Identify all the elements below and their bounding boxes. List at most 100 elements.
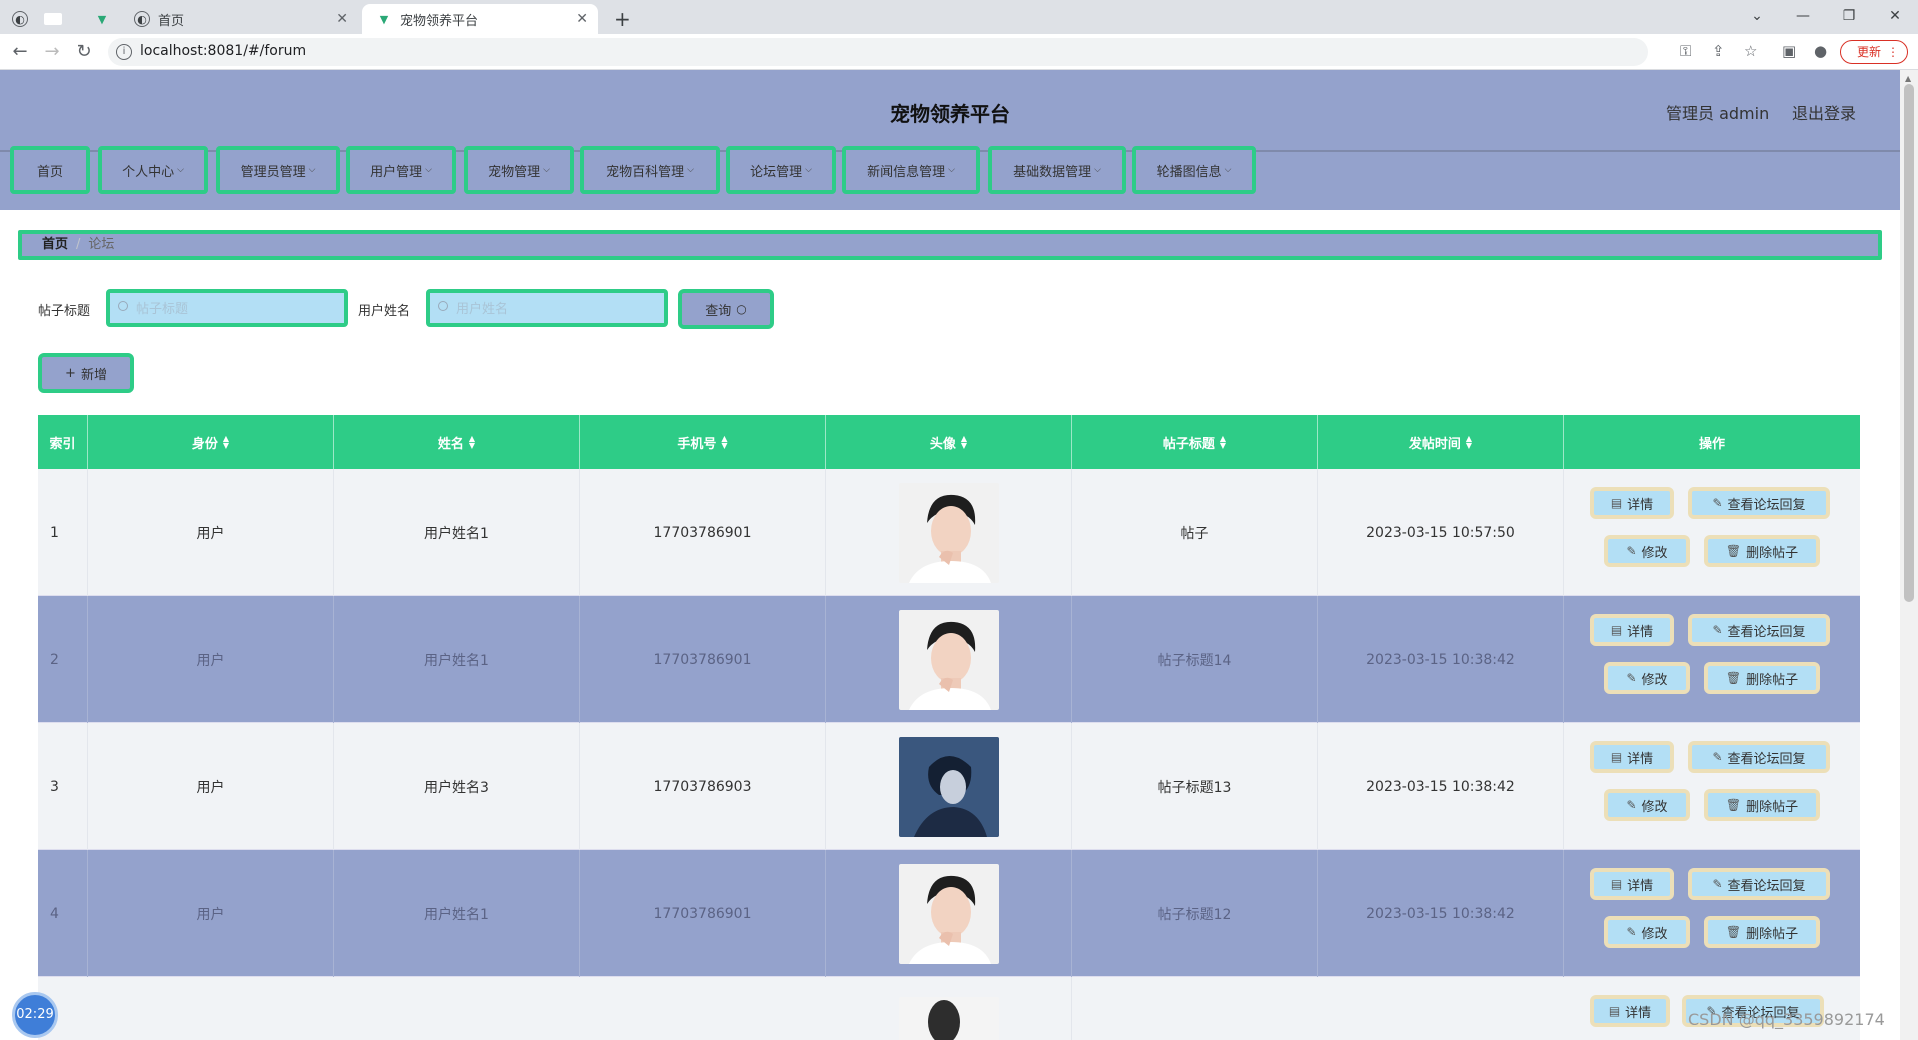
replies-label: 查看论坛回复 [1727,751,1806,767]
detail-button[interactable]: ▤ 详情 [1590,741,1674,773]
search-icon: ○ [736,302,747,316]
edit-button[interactable]: ✎ 修改 [1604,662,1690,694]
title-cell: 帖子标题12 [1072,850,1318,977]
delete-button[interactable]: 🗑 删除帖子 [1704,535,1820,567]
close-icon[interactable]: ✕ [336,11,348,27]
col-label: 身份 [191,436,218,452]
tab-home[interactable]: ◐ 首页 ✕ [134,4,358,34]
detail-button[interactable]: ▤ 详情 [1590,487,1674,519]
menu-label: 管理员管理 [240,164,306,180]
add-button[interactable]: + 新增 [38,353,134,393]
sort-icon[interactable]: ▲ ▼ [223,435,229,450]
col-name[interactable]: 姓名 ▲ ▼ [334,415,580,469]
detail-button[interactable]: ▤ 详情 [1590,868,1674,900]
profile-icon[interactable]: ● [1814,42,1827,60]
menu-label: 宠物管理 [488,164,541,180]
site-title: 宠物领养平台 [890,102,1010,126]
minimize-icon[interactable]: — [1780,4,1826,28]
tab-active[interactable]: ▼ 宠物领养平台 ✕ [362,4,598,34]
document-icon: ▤ [1610,623,1623,637]
url-field[interactable]: i localhost:8081/#/forum [108,38,1648,66]
edit-button[interactable]: ✎ 修改 [1604,916,1690,948]
update-button[interactable]: 更新 ⋮ [1840,40,1908,64]
edit-button[interactable]: ✎ 修改 [1604,535,1690,567]
menu-item-pets[interactable]: 宠物管理 ⌵ [464,146,574,194]
role-cell: 用户 [88,469,334,596]
app-header: 宠物领养平台 管理员 admin 退出登录 [0,70,1900,150]
pinned-tab-1[interactable]: ◐ [12,4,36,34]
share-icon[interactable]: ⇪ [1712,42,1725,60]
detail-button[interactable]: ▤ 详情 [1590,614,1674,646]
back-icon[interactable]: ← [8,40,32,64]
sort-icon[interactable]: ▲ ▼ [961,435,967,450]
detail-label: 详情 [1627,878,1654,894]
menu-item-news[interactable]: 新闻信息管理 ⌵ [842,146,980,194]
col-phone[interactable]: 手机号 ▲ ▼ [580,415,826,469]
delete-button[interactable]: 🗑 删除帖子 [1704,916,1820,948]
replies-label: 查看论坛回复 [1727,497,1806,513]
sidebar-icon[interactable]: ▣ [1782,42,1796,60]
menu-item-carousel[interactable]: 轮播图信息 ⌵ [1132,146,1256,194]
col-label: 操作 [1698,436,1725,452]
menu-label: 首页 [36,164,63,180]
scroll-thumb[interactable] [1904,84,1914,602]
edit-button[interactable]: ✎ 修改 [1604,789,1690,821]
title-cell: 帖子标题14 [1072,596,1318,723]
replies-label: 查看论坛回复 [1727,624,1806,640]
col-time[interactable]: 发帖时间 ▲ ▼ [1318,415,1564,469]
phone-cell: 17703786901 [580,596,826,723]
menu-item-personal[interactable]: 个人中心 ⌵ [98,146,208,194]
query-button[interactable]: 查询 ○ [678,289,774,329]
sort-icon[interactable]: ▲ ▼ [1466,435,1472,450]
reload-icon[interactable]: ↻ [72,40,96,64]
info-icon[interactable]: i [116,44,132,60]
detail-button[interactable]: ▤ 详情 [1590,995,1670,1027]
name-cell: 用户姓名1 [334,596,580,723]
key-icon[interactable]: ⚿ [1680,42,1691,60]
breadcrumb-home[interactable]: 首页 [42,237,68,252]
sort-icon[interactable]: ▲ ▼ [1220,435,1226,450]
view-replies-button[interactable]: ✎ 查看论坛回复 [1688,741,1830,773]
view-replies-button[interactable]: ✎ 查看论坛回复 [1688,487,1830,519]
star-icon[interactable]: ☆ [1744,42,1757,60]
query-label: 查询 [705,303,732,319]
logout-link[interactable]: 退出登录 [1792,100,1856,124]
delete-label: 删除帖子 [1746,545,1799,561]
menu-item-users[interactable]: 用户管理 ⌵ [346,146,456,194]
col-role[interactable]: 身份 ▲ ▼ [88,415,334,469]
name-cell: 用户姓名1 [334,469,580,596]
new-tab-button[interactable]: + [614,4,631,34]
menu-item-base-data[interactable]: 基础数据管理 ⌵ [988,146,1126,194]
trash-icon: 🗑 [1725,544,1742,558]
col-label: 姓名 [437,436,464,452]
phone-cell: 17703786901 [580,850,826,977]
delete-button[interactable]: 🗑 删除帖子 [1704,789,1820,821]
page-scrollbar[interactable]: ▲ [1900,70,1918,1040]
view-replies-button[interactable]: ✎ 查看论坛回复 [1688,614,1830,646]
col-title[interactable]: 帖子标题 ▲ ▼ [1072,415,1318,469]
menu-item-forum[interactable]: 论坛管理 ⌵ [726,146,836,194]
sort-icon[interactable]: ▲ ▼ [721,435,727,450]
breadcrumb-separator: / [76,237,81,252]
sort-icon[interactable]: ▲ ▼ [469,435,475,450]
restore-icon[interactable]: ❐ [1826,4,1872,28]
view-replies-button[interactable]: ✎ 查看论坛回复 [1688,868,1830,900]
menu-item-admin[interactable]: 管理员管理 ⌵ [216,146,340,194]
title-search-input[interactable] [106,289,348,327]
menu-item-pet-wiki[interactable]: 宠物百科管理 ⌵ [580,146,720,194]
pinned-tab-3[interactable]: ▼ [94,4,118,34]
user-search-input[interactable] [426,289,668,327]
menu-item-home[interactable]: 首页 [10,146,90,194]
avatar [898,609,999,710]
delete-button[interactable]: 🗑 删除帖子 [1704,662,1820,694]
col-avatar[interactable]: 头像 ▲ ▼ [826,415,1072,469]
tab-search-icon[interactable]: ⌄ [1734,4,1780,28]
scroll-up-icon[interactable]: ▲ [1905,74,1911,83]
close-icon[interactable]: ✕ [576,11,588,27]
close-window-icon[interactable]: ✕ [1872,4,1918,28]
edit-icon: ✎ [1626,671,1637,685]
menu-label: 宠物百科管理 [606,164,685,180]
pinned-tab-2[interactable] [44,4,70,34]
index-cell: 4 [38,850,88,977]
forward-icon[interactable]: → [40,40,64,64]
